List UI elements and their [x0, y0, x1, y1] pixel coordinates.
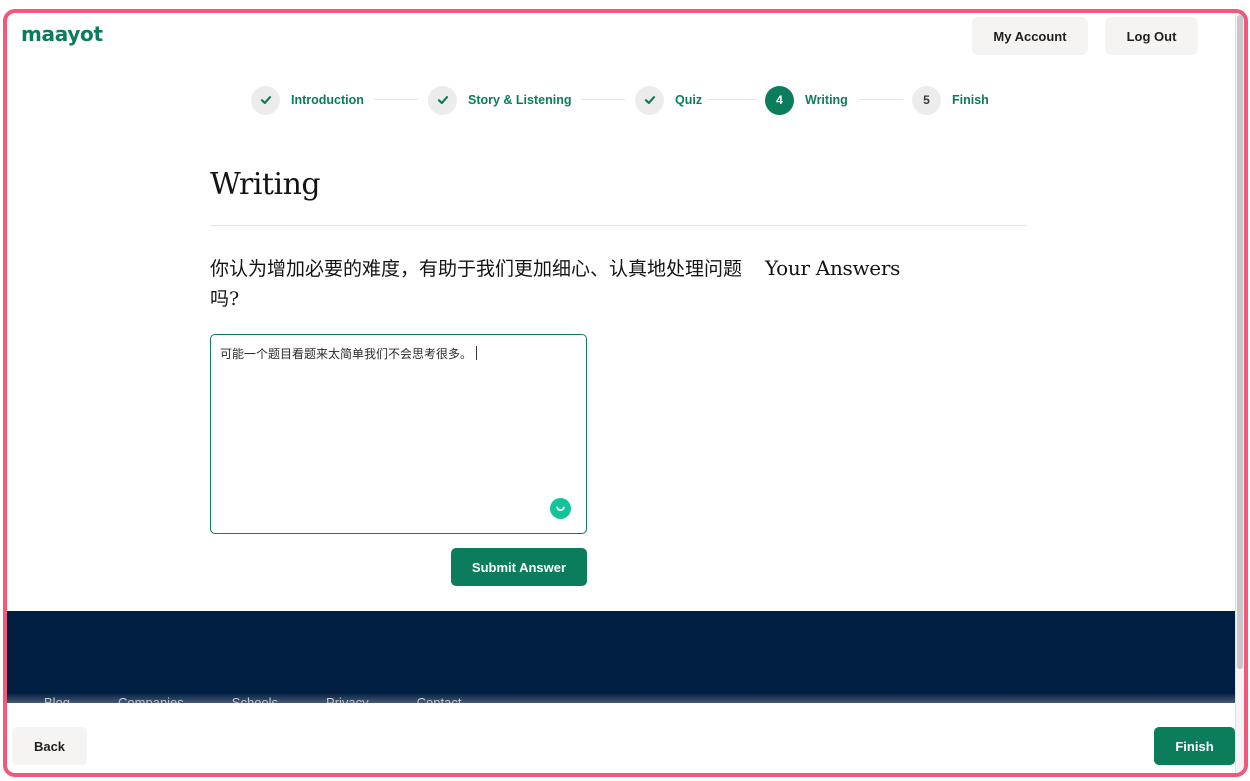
writing-question: 你认为增加必要的难度，有助于我们更加细心、认真地处理问题吗?	[210, 258, 743, 310]
step-quiz[interactable]: Quiz	[635, 85, 702, 115]
logo[interactable]: maayot	[21, 22, 103, 46]
back-button[interactable]: Back	[12, 727, 87, 765]
answer-value: 可能一个题目看题来太简单我们不会思考很多。	[220, 347, 473, 361]
grammarly-icon[interactable]	[550, 498, 571, 519]
scrollbar-thumb[interactable]	[1237, 15, 1243, 669]
step-connector	[581, 99, 625, 100]
page-title: Writing	[210, 167, 321, 202]
log-out-button[interactable]: Log Out	[1105, 17, 1198, 55]
step-circle	[251, 85, 280, 115]
site-footer: Blog Companies Schools Privacy Contact	[7, 611, 1235, 703]
step-introduction[interactable]: Introduction	[251, 85, 364, 115]
check-icon	[644, 96, 655, 105]
answer-text: 可能一个题目看题来太简单我们不会思考很多。	[220, 346, 576, 362]
app-window: maayot My Account Log Out Introduction S…	[3, 9, 1248, 777]
step-circle	[428, 85, 457, 115]
step-connector	[374, 99, 418, 100]
step-connector	[859, 99, 903, 100]
footer-fade	[7, 693, 1235, 703]
step-number: 5	[912, 85, 941, 115]
answer-textarea[interactable]: 可能一个题目看题来太简单我们不会思考很多。	[210, 334, 587, 534]
step-label: Finish	[952, 93, 989, 107]
step-circle	[635, 85, 664, 115]
check-icon	[437, 96, 448, 105]
step-label: Quiz	[675, 93, 703, 107]
divider	[210, 225, 1027, 226]
your-answers-heading: Your Answers	[765, 256, 901, 280]
bottom-nav-bar: Back Finish	[7, 703, 1235, 773]
my-account-button[interactable]: My Account	[972, 17, 1088, 55]
step-finish[interactable]: 5 Finish	[912, 85, 989, 115]
progress-stepper: Introduction Story & Listening Quiz 4 Wr…	[7, 85, 1244, 117]
step-connector	[707, 99, 757, 100]
step-label: Writing	[805, 93, 848, 107]
submit-answer-button[interactable]: Submit Answer	[451, 548, 587, 586]
step-writing[interactable]: 4 Writing	[765, 85, 848, 115]
finish-button[interactable]: Finish	[1154, 727, 1235, 765]
step-number: 4	[765, 85, 794, 115]
check-icon	[260, 96, 271, 105]
step-story-listening[interactable]: Story & Listening	[428, 85, 571, 115]
step-label: Introduction	[291, 93, 364, 107]
vertical-scrollbar[interactable]	[1235, 13, 1244, 773]
text-caret	[476, 346, 478, 360]
step-label: Story & Listening	[468, 93, 572, 107]
